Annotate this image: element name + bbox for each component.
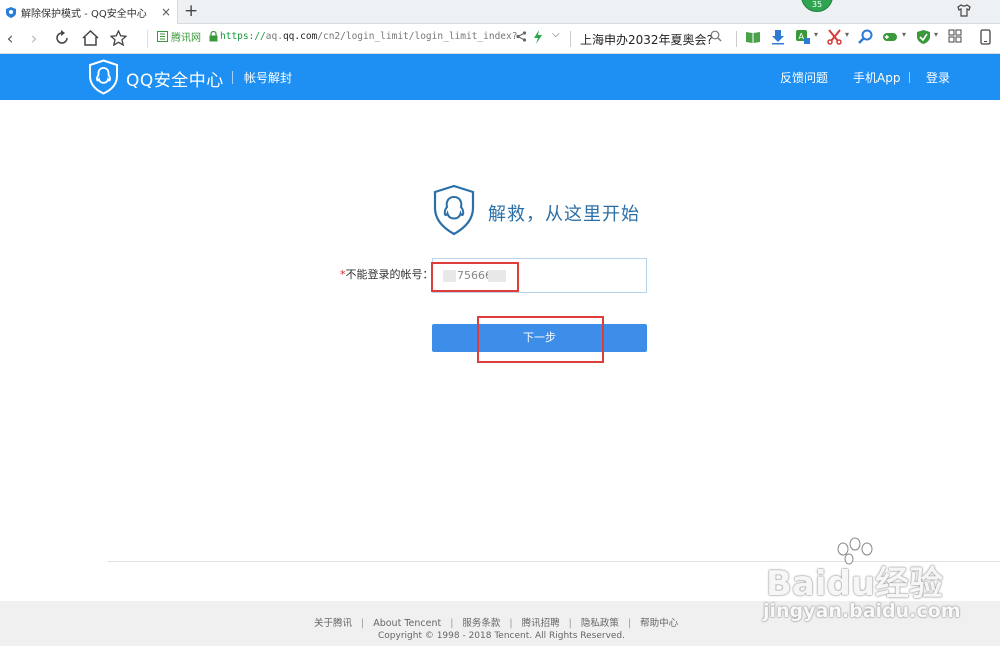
address-dropdown-icon[interactable]: ⌵ — [552, 29, 560, 40]
site-rating-icon — [157, 31, 168, 42]
download-icon[interactable] — [770, 29, 786, 45]
security-shield-icon[interactable] — [916, 29, 931, 45]
url-text[interactable]: https://aq.qq.com/cn2/login_limit/login_… — [220, 31, 517, 42]
footer-pipe: | — [568, 618, 572, 629]
svg-text:A: A — [799, 32, 805, 41]
hero-title: 解救，从这里开始 — [488, 204, 640, 225]
magnifier-icon[interactable] — [858, 29, 873, 45]
gamepad-dropdown-icon[interactable]: ▾ — [902, 30, 906, 39]
footer-pipe: | — [450, 618, 454, 629]
skin-shirt-icon[interactable] — [957, 4, 971, 17]
notification-badge[interactable]: 35 — [801, 0, 833, 12]
browser-tab[interactable]: 解除保护模式 - QQ安全中心 × — [0, 0, 178, 24]
footer-link-help[interactable]: 帮助中心 — [640, 618, 678, 629]
header-link-divider — [909, 72, 910, 83]
mobile-app-link[interactable]: 手机App — [853, 69, 900, 86]
nav-divider — [147, 30, 148, 48]
back-icon[interactable]: ‹ — [0, 28, 20, 50]
shield-dropdown-icon[interactable]: ▾ — [934, 30, 938, 39]
footer-links: 关于腾讯 | About Tencent | 服务条款 | 腾讯招聘 | 隐私政策 | 帮助中心 — [314, 615, 678, 629]
share-icon[interactable] — [516, 31, 527, 42]
home-icon[interactable] — [82, 30, 99, 46]
brand-title[interactable]: QQ安全中心 — [126, 66, 224, 91]
browser-tab-bar: 解除保护模式 - QQ安全中心 × + 35 — [0, 0, 1000, 24]
copyright-text: Copyright © 1998 - 2018 Tencent. All Rig… — [378, 631, 626, 641]
bookmark-star-icon[interactable] — [110, 30, 127, 46]
address-bar[interactable]: 腾讯网 https://aq.qq.com/cn2/login_limit/lo… — [157, 29, 517, 44]
baidu-watermark-url: jingyan.baidu.com — [763, 600, 961, 622]
translate-icon[interactable]: A — [795, 29, 811, 45]
search-icon[interactable] — [710, 30, 722, 42]
footer-pipe: | — [627, 618, 632, 629]
reading-book-icon[interactable] — [745, 29, 761, 45]
qq-penguin-shield-icon — [433, 184, 475, 236]
lock-icon — [209, 31, 218, 42]
site-rating-label: 腾讯网 — [171, 33, 201, 44]
footer-link-about-en[interactable]: About Tencent — [373, 618, 441, 629]
screenshot-scissors-icon[interactable] — [827, 29, 842, 45]
footer-pipe: | — [509, 618, 513, 629]
refresh-icon[interactable] — [54, 30, 70, 46]
highlight-box-input — [431, 262, 519, 292]
feedback-link[interactable]: 反馈问题 — [780, 69, 828, 86]
new-tab-icon[interactable]: + — [184, 1, 198, 21]
page-subtitle: 帐号解封 — [244, 71, 293, 85]
scissors-dropdown-icon[interactable]: ▾ — [845, 30, 849, 39]
shield-favicon-icon — [6, 6, 16, 18]
footer-link-terms[interactable]: 服务条款 — [462, 618, 500, 629]
tab-title: 解除保护模式 - QQ安全中心 — [21, 8, 147, 20]
footer-pipe: | — [361, 618, 365, 629]
tab-close-icon[interactable]: × — [161, 5, 171, 19]
translate-dropdown-icon[interactable]: ▾ — [814, 30, 818, 39]
site-header: QQ安全中心 帐号解封 反馈问题 手机App 登录 — [0, 54, 1000, 100]
forward-icon[interactable]: › — [24, 28, 44, 50]
footer-link-jobs[interactable]: 腾讯招聘 — [522, 618, 560, 629]
speed-mode-bolt-icon[interactable] — [533, 30, 543, 44]
account-label: *不能登录的帐号： — [340, 266, 434, 282]
browser-nav-bar: ‹ › 腾讯网 https://aq.qq.com/cn2/login_limi… — [0, 24, 1000, 54]
qq-shield-logo-icon[interactable] — [88, 59, 119, 95]
highlight-box-button — [477, 316, 604, 363]
baidu-watermark-brand: Baidu经验 — [766, 564, 944, 604]
mobile-device-icon[interactable] — [980, 29, 991, 45]
toolbar-divider — [736, 31, 737, 47]
account-label-text: 不能登录的帐号： — [345, 268, 434, 281]
footer-link-about[interactable]: 关于腾讯 — [314, 618, 352, 629]
gamepad-icon[interactable] — [882, 29, 898, 45]
search-divider — [570, 31, 571, 47]
login-link[interactable]: 登录 — [926, 69, 950, 86]
apps-grid-icon[interactable] — [948, 29, 962, 43]
footer-link-privacy[interactable]: 隐私政策 — [581, 618, 619, 629]
header-divider — [232, 71, 233, 84]
search-box-text[interactable]: 上海申办2032年夏奥会? — [580, 31, 713, 48]
